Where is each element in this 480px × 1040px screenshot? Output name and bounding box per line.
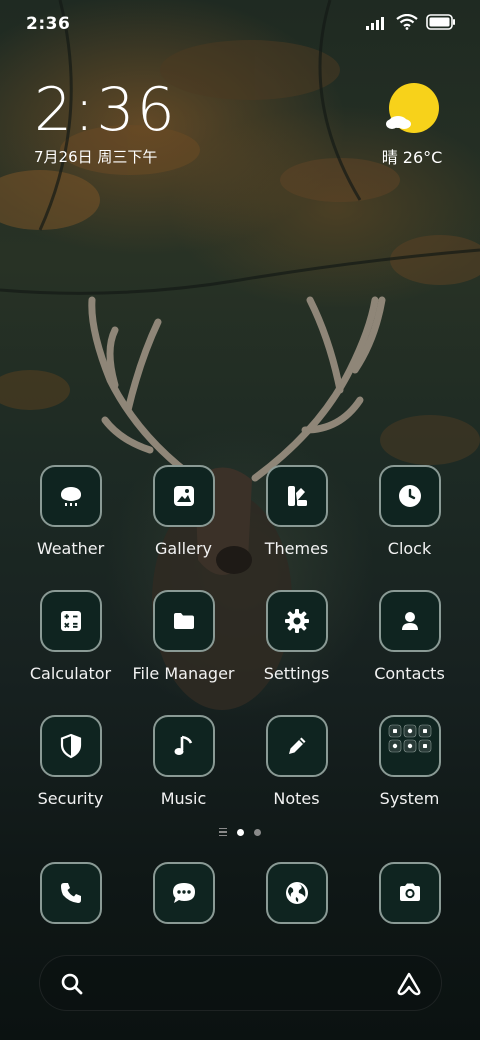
app-label: Contacts bbox=[374, 664, 445, 683]
app-label: Calculator bbox=[29, 664, 112, 683]
dock-messages[interactable] bbox=[127, 862, 240, 924]
wifi-icon bbox=[396, 13, 418, 34]
weather-widget[interactable]: 晴 26°C bbox=[372, 82, 452, 172]
page-dot-active[interactable] bbox=[237, 828, 244, 836]
weather-text: 晴 26°C bbox=[381, 148, 443, 167]
calculator-icon bbox=[39, 590, 102, 652]
app-clock[interactable]: Clock bbox=[353, 465, 466, 565]
phone-icon bbox=[39, 862, 102, 924]
shield-icon bbox=[39, 715, 102, 777]
app-file-manager[interactable]: File Manager bbox=[127, 590, 240, 690]
app-system[interactable]: System bbox=[353, 715, 466, 815]
camera-icon bbox=[378, 862, 441, 924]
page-indicator[interactable] bbox=[0, 828, 480, 836]
app-music[interactable]: Music bbox=[127, 715, 240, 815]
contact-icon bbox=[378, 590, 441, 652]
app-themes[interactable]: Themes bbox=[240, 465, 353, 565]
status-icons bbox=[366, 13, 456, 34]
app-contacts[interactable]: Contacts bbox=[353, 590, 466, 690]
browser-globe-icon bbox=[265, 862, 328, 924]
app-label: Weather bbox=[36, 539, 105, 558]
app-label: Settings bbox=[263, 664, 330, 683]
app-calculator[interactable]: Calculator bbox=[14, 590, 127, 690]
status-time: 2:36 bbox=[26, 14, 71, 34]
clock-widget[interactable]: 2:36 7月26日 周三下午 bbox=[34, 78, 177, 167]
search-icon[interactable] bbox=[60, 972, 84, 1000]
gallery-icon bbox=[152, 465, 215, 527]
app-label: Gallery bbox=[155, 539, 212, 558]
battery-icon bbox=[426, 14, 456, 34]
dock-browser[interactable] bbox=[240, 862, 353, 924]
widget-date: 7月26日 周三下午 bbox=[34, 148, 158, 166]
app-label: Themes bbox=[264, 539, 329, 558]
app-label: Notes bbox=[273, 789, 320, 808]
app-label: Security bbox=[37, 789, 104, 808]
app-drawer-indicator-icon[interactable] bbox=[219, 828, 227, 836]
status-bar: 2:36 bbox=[0, 0, 480, 50]
folder-icon bbox=[152, 590, 215, 652]
app-label: Music bbox=[160, 789, 207, 808]
signal-icon bbox=[366, 15, 388, 34]
gear-icon bbox=[265, 590, 328, 652]
app-label: System bbox=[379, 789, 440, 808]
weather-cloud-icon bbox=[39, 465, 102, 527]
music-note-icon bbox=[152, 715, 215, 777]
clock-icon bbox=[378, 465, 441, 527]
folder-grid-icon bbox=[378, 715, 441, 777]
sun-cloud-icon bbox=[384, 82, 440, 142]
widget-time: 2:36 bbox=[34, 75, 177, 145]
page-dot[interactable] bbox=[254, 828, 261, 836]
app-notes[interactable]: Notes bbox=[240, 715, 353, 815]
app-label: File Manager bbox=[132, 664, 235, 683]
message-icon bbox=[152, 862, 215, 924]
app-settings[interactable]: Settings bbox=[240, 590, 353, 690]
dock-camera[interactable] bbox=[353, 862, 466, 924]
search-bar[interactable] bbox=[39, 955, 442, 1011]
themes-icon bbox=[265, 465, 328, 527]
pencil-icon bbox=[265, 715, 328, 777]
app-security[interactable]: Security bbox=[14, 715, 127, 815]
app-weather[interactable]: Weather bbox=[14, 465, 127, 565]
app-gallery[interactable]: Gallery bbox=[127, 465, 240, 565]
app-label: Clock bbox=[387, 539, 432, 558]
assistant-icon[interactable] bbox=[395, 970, 423, 1002]
dock-phone[interactable] bbox=[14, 862, 127, 924]
